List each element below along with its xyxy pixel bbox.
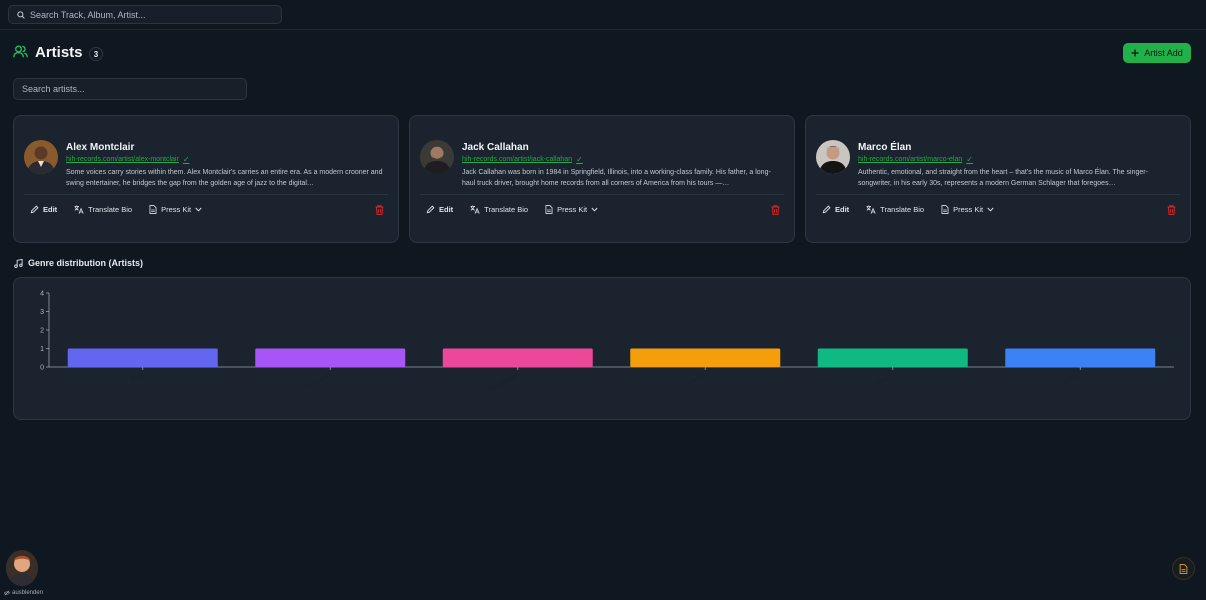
edit-button[interactable]: Edit [426, 205, 453, 214]
edit-label: Edit [43, 205, 58, 214]
translate-icon [470, 205, 480, 214]
edit-label: Edit [439, 205, 454, 214]
chart-section-title: Genre distribution (Artists) [14, 258, 143, 268]
translate-bio-label: Translate Bio [484, 205, 529, 214]
x-tick-label: House [874, 371, 894, 387]
artist-search-placeholder: Search artists... [22, 84, 85, 94]
chevron-down-icon [195, 207, 202, 212]
press-kit-label: Press Kit [557, 205, 588, 214]
pencil-icon [30, 205, 39, 214]
bar-dance [630, 348, 781, 367]
bar-techno [1005, 348, 1156, 367]
add-artist-label: Artist Add [1144, 48, 1183, 58]
artist-avatar [420, 140, 454, 174]
bar-house [817, 348, 968, 367]
verified-check-icon: ✓ [576, 155, 583, 164]
artist-link-text[interactable]: hih-records.com/artist/marco-elan [858, 156, 962, 163]
artist-name: Jack Callahan [462, 142, 529, 153]
chevron-down-icon [591, 207, 598, 212]
top-bar: Search Track, Album, Artist... [0, 0, 1206, 30]
global-search-placeholder: Search Track, Album, Artist... [30, 9, 146, 20]
x-tick-label: Techno [1060, 371, 1082, 388]
artist-bio: Jack Callahan was born in 1984 in Spring… [462, 169, 771, 187]
artist-name: Alex Montclair [66, 142, 135, 153]
artist-card: Marco Élan hih-records.com/artist/marco-… [805, 115, 1191, 243]
genre-chart: 0 1 2 3 4 Pop Schlager Popschlager Dance House Tec… [13, 277, 1191, 420]
press-kit-label: Press Kit [161, 205, 192, 214]
artist-link[interactable]: hih-records.com/artist/jack-callahan ✓ [462, 155, 583, 164]
artist-card: Jack Callahan hih-records.com/artist/jac… [409, 115, 795, 243]
bar-schlager [255, 348, 406, 367]
genre-chart-svg: 0 1 2 3 4 Pop Schlager Popschlager Dance House Tec… [40, 291, 1174, 396]
document-icon [545, 205, 553, 214]
press-kit-label: Press Kit [953, 205, 984, 214]
translate-bio-label: Translate Bio [880, 205, 925, 214]
music-note-icon [14, 258, 23, 268]
add-artist-button[interactable]: Artist Add [1123, 43, 1191, 63]
delete-icon[interactable] [771, 205, 780, 215]
document-icon [149, 205, 157, 214]
artist-link[interactable]: hih-records.com/artist/alex-montclair ✓ [66, 155, 190, 164]
page-title: Artists [35, 44, 83, 61]
press-kit-dropdown[interactable]: Press Kit [545, 205, 598, 214]
hide-label-text: ausblenden [12, 590, 44, 596]
verified-check-icon: ✓ [182, 155, 190, 164]
artist-avatar [816, 140, 850, 174]
translate-icon [74, 205, 84, 214]
y-tick-label: 4 [40, 291, 44, 298]
translate-bio-button[interactable]: Translate Bio [866, 205, 924, 214]
delete-icon[interactable] [1167, 205, 1176, 215]
translate-bio-button[interactable]: Translate Bio [470, 205, 528, 214]
y-tick-label: 0 [40, 365, 44, 372]
eye-off-icon [4, 590, 10, 596]
users-icon [13, 45, 28, 58]
card-divider [816, 194, 1180, 195]
x-tick-label: Popschlager [484, 371, 520, 396]
document-icon [941, 205, 949, 214]
card-divider [24, 194, 388, 195]
x-tick-label: Schlager [306, 371, 332, 390]
edit-label: Edit [835, 205, 850, 214]
y-tick-label: 3 [40, 309, 44, 316]
edit-button[interactable]: Edit [30, 205, 57, 214]
file-icon [1179, 563, 1188, 574]
artist-bio: Authentic, emotional, and straight from … [858, 169, 1148, 187]
pencil-icon [426, 205, 435, 214]
delete-icon[interactable] [375, 205, 384, 215]
x-tick-label: Dance [686, 371, 706, 387]
translate-bio-button[interactable]: Translate Bio [74, 205, 132, 214]
artist-card: Alex Montclair hih-records.com/artist/al… [13, 115, 399, 243]
verified-check-icon: ✓ [966, 155, 973, 164]
card-divider [420, 194, 784, 195]
translate-icon [866, 205, 876, 214]
x-tick-label: Pop [130, 371, 144, 383]
document-button[interactable] [1172, 557, 1195, 580]
artist-link[interactable]: hih-records.com/artist/marco-elan ✓ [858, 155, 973, 164]
artist-link-text[interactable]: hih-records.com/artist/alex-montclair [66, 156, 179, 163]
edit-button[interactable]: Edit [822, 205, 849, 214]
press-kit-dropdown[interactable]: Press Kit [149, 205, 202, 214]
artist-avatar [24, 140, 58, 174]
y-tick-label: 1 [40, 346, 44, 353]
artist-count-badge: 3 [89, 47, 103, 61]
press-kit-dropdown[interactable]: Press Kit [941, 205, 994, 214]
chart-section-title-text: Genre distribution (Artists) [28, 258, 144, 268]
artist-search-input[interactable]: Search artists... [13, 78, 247, 100]
bar-popschlager [442, 348, 593, 367]
user-avatar[interactable] [6, 550, 38, 586]
translate-bio-label: Translate Bio [88, 205, 133, 214]
global-search-input[interactable]: Search Track, Album, Artist... [8, 5, 282, 24]
hide-avatar-button[interactable]: ausblenden [4, 590, 43, 596]
pencil-icon [822, 205, 831, 214]
chevron-down-icon [987, 207, 994, 212]
search-icon [17, 10, 25, 19]
plus-icon [1131, 49, 1139, 57]
bar-pop [67, 348, 218, 367]
y-tick-label: 2 [40, 328, 44, 335]
artist-bio: Some voices carry stories within them. A… [66, 169, 383, 187]
artist-link-text[interactable]: hih-records.com/artist/jack-callahan [462, 156, 572, 163]
artist-name: Marco Élan [858, 142, 912, 153]
